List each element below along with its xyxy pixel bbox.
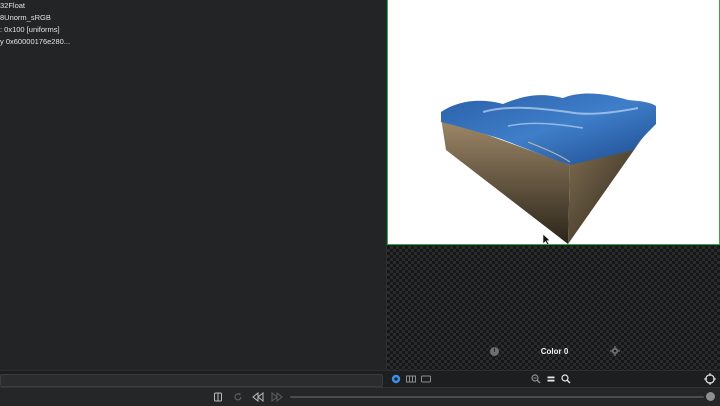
fit-icon[interactable]: [546, 374, 556, 384]
render-viewport[interactable]: [387, 0, 720, 245]
single-view-icon[interactable]: [421, 374, 431, 384]
debug-bar: [0, 387, 720, 406]
resource-list-panel: 32Float 8Unorm_sRGB : 0x100 [uniforms] y…: [0, 0, 387, 370]
terrain-render-image: [441, 93, 656, 244]
crosshair-icon[interactable]: [704, 373, 716, 385]
attachment-bar: i Color 0: [490, 343, 620, 359]
grid-layout-icon[interactable]: [406, 374, 416, 384]
resource-row[interactable]: 32Float: [0, 0, 70, 12]
viewer-toolbar: [387, 370, 720, 388]
timeline-scrubber-knob[interactable]: [706, 392, 715, 401]
step-back-icon[interactable]: [252, 392, 264, 402]
gear-icon[interactable]: [610, 346, 620, 356]
attachment-label: Color 0: [540, 346, 569, 356]
step-forward-icon[interactable]: [271, 392, 283, 402]
zoom-out-icon[interactable]: [531, 374, 541, 384]
step-icon[interactable]: [213, 392, 223, 402]
zoom-in-icon[interactable]: [561, 374, 571, 384]
timeline-scrubber-track[interactable]: [290, 396, 704, 398]
mouse-cursor-icon: [542, 233, 551, 244]
resource-row[interactable]: 8Unorm_sRGB: [0, 12, 70, 24]
attachments-icon[interactable]: [391, 374, 401, 384]
resource-row[interactable]: y 0x60000176e280...: [0, 36, 70, 48]
reload-icon[interactable]: [233, 392, 243, 402]
filter-field[interactable]: [0, 374, 383, 387]
resource-list: 32Float 8Unorm_sRGB : 0x100 [uniforms] y…: [0, 0, 70, 48]
left-panel-footer: [0, 370, 386, 388]
resource-row[interactable]: : 0x100 [uniforms]: [0, 24, 70, 36]
info-icon[interactable]: i: [490, 346, 499, 356]
